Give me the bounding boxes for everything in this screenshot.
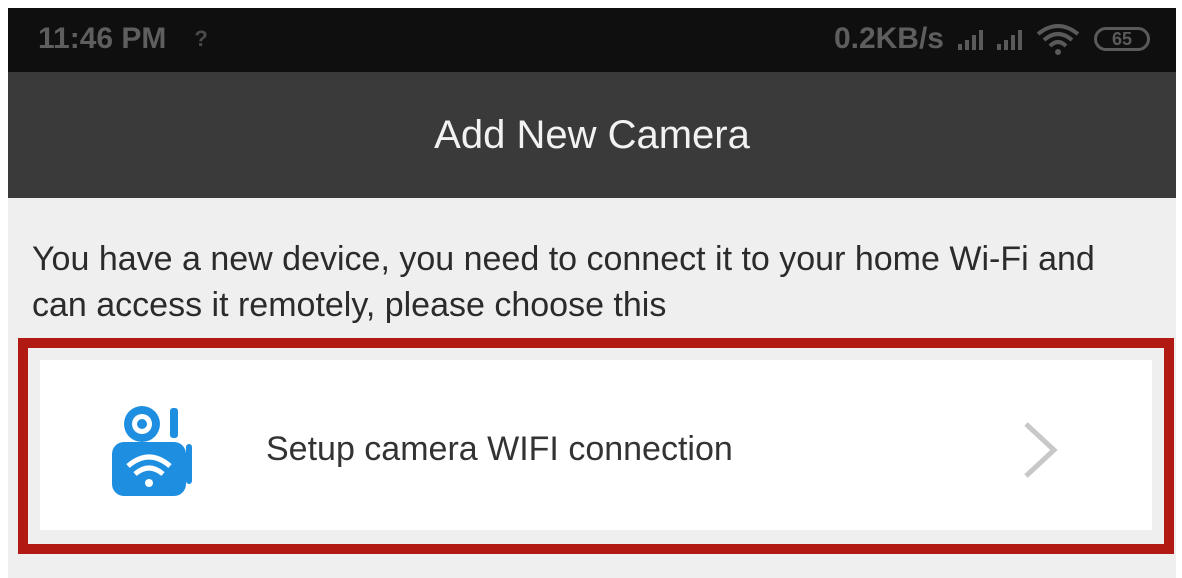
chevron-right-icon xyxy=(1024,422,1058,478)
highlight-frame: Setup camera WIFI connection xyxy=(18,338,1174,554)
status-time: 11:46 PM xyxy=(38,22,167,55)
status-left: 11:46 PM ? xyxy=(38,22,208,56)
signal-strength-icon-2 xyxy=(997,28,1022,50)
wifi-icon xyxy=(1036,24,1080,55)
battery-level: 65 xyxy=(1111,28,1133,49)
data-rate: 0.2KB/s xyxy=(833,22,944,55)
setup-wifi-label: Setup camera WIFI connection xyxy=(266,430,733,468)
setup-wifi-option[interactable]: Setup camera WIFI connection xyxy=(40,360,1152,530)
battery-icon: 65 xyxy=(1094,27,1150,51)
page-title: Add New Camera xyxy=(434,112,750,157)
wifi-camera-icon xyxy=(112,406,192,496)
instruction-text: You have a new device, you need to conne… xyxy=(32,240,1095,324)
status-bar: 11:46 PM ? 0.2KB/s 65 xyxy=(8,8,1176,72)
signal-strength-icon xyxy=(958,28,983,50)
status-right: 0.2KB/s 65 xyxy=(834,22,1150,56)
phone-screen: 11:46 PM ? 0.2KB/s 65 Add New Camera You… xyxy=(8,8,1176,578)
app-bar: Add New Camera xyxy=(8,72,1176,198)
unknown-notification-icon: ? xyxy=(194,26,208,51)
